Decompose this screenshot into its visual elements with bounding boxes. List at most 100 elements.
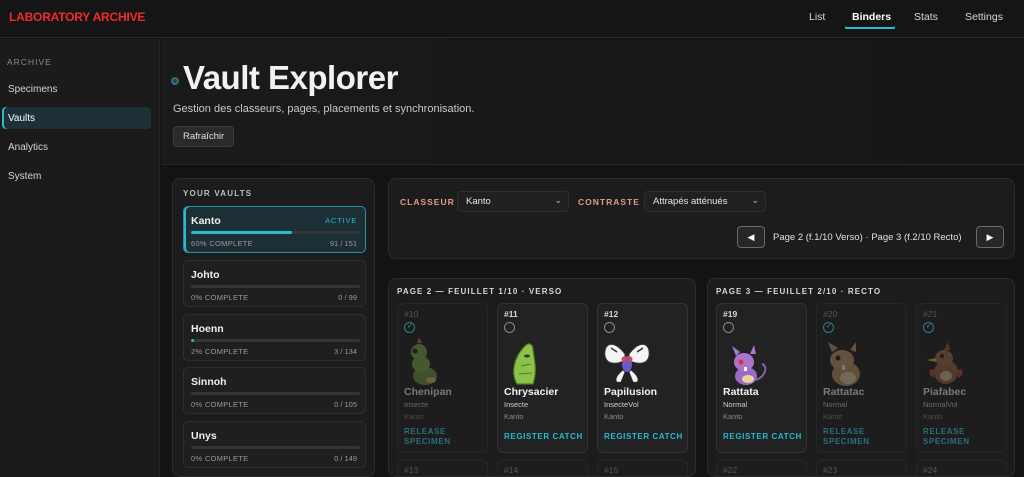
caught-check-icon[interactable]: ✓ [404,322,415,333]
specimen-name: Chrysacier [504,386,559,398]
specimen-card[interactable]: #14 [497,459,588,476]
sidebar-item-system[interactable]: System [2,165,151,187]
binder-controls-panel: CLASSEUR Kanto ⌄ CONTRASTE Attrapés atté… [388,178,1015,259]
vault-count: 91 / 151 [329,239,357,248]
vault-count: 0 / 99 [338,293,357,302]
previous-page-button[interactable]: ◀ [737,226,765,248]
header-dot-icon [171,77,179,85]
nav-binders[interactable]: Binders [852,11,891,23]
release-specimen-button[interactable]: RELEASE SPECIMEN [923,427,983,447]
vault-progress-bar [191,446,360,449]
sidebar-item-vaults[interactable]: Vaults [2,107,151,129]
nav-stats[interactable]: Stats [914,11,938,23]
register-catch-button[interactable]: REGISTER CATCH [504,432,583,442]
specimen-region: Kanto [823,412,843,421]
specimen-number: #24 [923,465,938,475]
vault-card-hoenn[interactable]: Hoenn 2% COMPLETE 3 / 134 [183,314,366,361]
page-title-label: PAGE 2 — FEUILLET 1/10 · VERSO [397,287,563,296]
vault-count: 0 / 105 [334,400,357,409]
vault-count: 3 / 134 [334,347,357,356]
specimen-number: #20 [823,309,838,319]
specimen-card[interactable]: #11 Chrysacier Insecte Kanto REGISTER CA… [497,303,588,453]
binder-label: CLASSEUR [400,197,455,207]
vault-name: Unys [191,430,217,442]
rattata-sprite-icon [732,345,767,385]
binder-select-value: Kanto [466,196,491,207]
specimen-card[interactable]: #21 ✓ Piafabec NormalVol Kanto RELEASE S… [916,303,1007,453]
specimen-card[interactable]: #23 [816,459,907,476]
specimen-region: Kanto [404,412,424,421]
specimen-name: Chenipan [404,386,452,398]
nav-active-indicator [845,26,895,29]
caught-check-icon[interactable]: ✓ [923,322,934,333]
specimen-type: Insecte [504,400,529,409]
specimen-card[interactable]: #15 [597,459,688,476]
specimen-type: Insecte [404,400,429,409]
page-indicator: Page 2 (f.1/10 Verso) · Page 3 (f.2/10 R… [773,232,962,243]
vault-name: Sinnoh [191,376,227,388]
contrast-select[interactable]: Attrapés atténués ⌄ [644,191,766,212]
specimen-region: Kanto [604,412,624,421]
active-badge: ACTIVE [325,216,357,225]
specimen-card[interactable]: #20 ✓ Rattatac Normal Kanto RELEASE SPEC… [816,303,907,453]
binder-select[interactable]: Kanto ⌄ [457,191,569,212]
specimen-card[interactable]: #10 ✓ Chenipan Insecte Kanto RELEASE SPE… [397,303,488,453]
specimen-type: Normal [823,400,848,409]
sidebar: ARCHIVE Specimens Vaults Analytics Syste… [0,39,160,477]
vault-progress-fill [191,339,195,342]
vault-card-johto[interactable]: Johto 0% COMPLETE 0 / 99 [183,260,366,307]
vault-progress-fill [191,231,293,234]
specimen-card[interactable]: #12 Papilusion InsecteVol Kanto REGISTER… [597,303,688,453]
caught-check-icon[interactable]: ✓ [823,322,834,333]
release-specimen-button[interactable]: RELEASE SPECIMEN [404,427,464,447]
nav-settings[interactable]: Settings [965,11,1003,23]
uncaught-circle-icon[interactable] [604,322,615,333]
release-specimen-button[interactable]: RELEASE SPECIMEN [823,427,883,447]
page-title: Vault Explorer [183,59,398,96]
page-subtitle: Gestion des classeurs, pages, placements… [173,103,475,115]
contrast-label: CONTRASTE [578,197,640,207]
vault-name: Hoenn [191,323,224,335]
vault-card-unys[interactable]: Unys 0% COMPLETE 0 / 149 [183,421,366,468]
uncaught-circle-icon[interactable] [504,322,515,333]
specimen-number: #11 [504,309,518,319]
vault-percent: 0% COMPLETE [191,400,249,409]
vault-card-kanto[interactable]: Kanto ACTIVE 60% COMPLETE 91 / 151 [183,206,366,253]
specimen-number: #22 [723,465,738,475]
vault-name: Kanto [191,215,221,227]
specimen-card[interactable]: #13 [397,459,488,476]
specimen-type: Normal [723,400,748,409]
specimen-card[interactable]: #22 [716,459,807,476]
chevron-down-icon: ⌄ [554,195,562,205]
vault-progress-bar [191,231,360,234]
brand-logo[interactable]: LABORATORY ARCHIVE [9,10,145,24]
register-catch-button[interactable]: REGISTER CATCH [604,432,683,442]
specimen-number: #21 [923,309,938,319]
sidebar-item-analytics[interactable]: Analytics [2,136,151,158]
specimen-number: #12 [604,309,619,319]
specimen-card[interactable]: #19 Rattata Normal Kanto REGISTER CATCH [716,303,807,453]
specimen-type: NormalVol [923,400,958,409]
raticate-sprite-icon [828,342,860,386]
page-title-label: PAGE 3 — FEUILLET 2/10 · RECTO [716,287,882,296]
next-page-button[interactable]: ▶ [976,226,1004,248]
sidebar-item-specimens[interactable]: Specimens [2,78,151,100]
vault-list-panel: YOUR VAULTS Kanto ACTIVE 60% COMPLETE 91… [172,178,375,477]
contrast-select-value: Attrapés atténués [653,196,728,207]
vault-progress-bar [191,339,360,342]
nav-list[interactable]: List [809,11,825,23]
vault-percent: 0% COMPLETE [191,293,249,302]
specimen-region: Kanto [923,412,943,421]
uncaught-circle-icon[interactable] [723,322,734,333]
vault-card-sinnoh[interactable]: Sinnoh 0% COMPLETE 0 / 105 [183,367,366,414]
specimen-name: Piafabec [923,386,967,398]
specimen-card[interactable]: #24 [916,459,1007,476]
specimen-number: #15 [604,465,619,475]
refresh-button[interactable]: Rafraîchir [173,126,235,147]
specimen-number: #10 [404,309,419,319]
register-catch-button[interactable]: REGISTER CATCH [723,432,802,442]
specimen-number: #19 [723,309,738,319]
vault-percent: 2% COMPLETE [191,347,249,356]
caterpie-sprite-icon [411,337,437,385]
specimen-name: Rattata [723,386,759,398]
